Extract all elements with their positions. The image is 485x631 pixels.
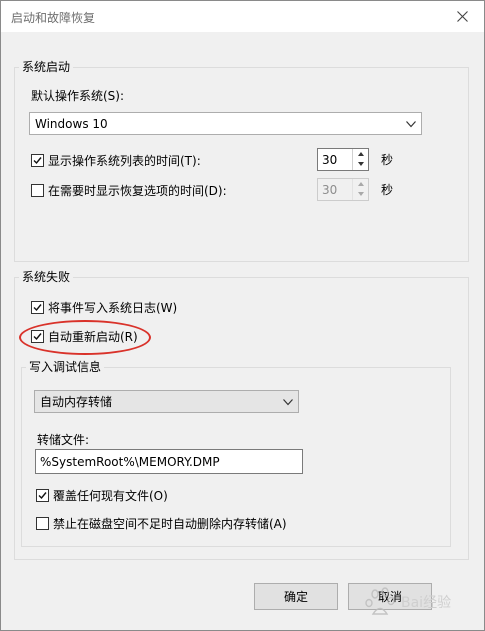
seconds-unit-label: 秒	[381, 153, 394, 167]
close-icon	[456, 11, 468, 22]
cancel-button-label: 取消	[377, 590, 402, 604]
chevron-down-icon	[406, 121, 416, 128]
system-failure-legend: 系统失败	[19, 270, 74, 284]
show-recovery-time-spinner[interactable]: 30	[317, 178, 369, 201]
dump-file-value: %SystemRoot%\MEMORY.DMP	[40, 455, 220, 469]
show-recovery-label: 在需要时显示恢复选项的时间(D):	[48, 184, 227, 198]
spin-down-button[interactable]	[353, 159, 368, 169]
cancel-button[interactable]: 取消	[348, 583, 432, 610]
checkbox-box	[31, 154, 44, 167]
auto-restart-checkbox[interactable]: 自动重新启动(R)	[31, 328, 138, 345]
spinner-buttons	[352, 149, 368, 170]
spin-down-button[interactable]	[353, 189, 368, 199]
window-title: 启动和故障恢复	[11, 11, 96, 25]
checkmark-icon	[33, 333, 42, 341]
show-recovery-checkbox[interactable]: 在需要时显示恢复选项的时间(D):	[31, 182, 227, 199]
dump-type-select[interactable]: 自动内存转储	[34, 390, 299, 413]
title-bar: 启动和故障恢复	[1, 1, 484, 32]
overwrite-label: 覆盖任何现有文件(O)	[53, 489, 168, 503]
write-event-log-label: 将事件写入系统日志(W)	[48, 301, 178, 315]
show-os-list-time-value: 30	[322, 153, 338, 167]
seconds-unit-label: 秒	[381, 183, 394, 197]
dump-type-value: 自动内存转储	[40, 395, 113, 409]
default-os-label: 默认操作系统(S):	[31, 89, 125, 103]
checkbox-box	[31, 301, 44, 314]
close-button[interactable]	[440, 1, 484, 32]
show-os-list-time-spinner[interactable]: 30	[317, 148, 369, 171]
spinner-buttons	[352, 179, 368, 200]
checkmark-icon	[33, 157, 42, 165]
show-os-list-label: 显示操作系统列表的时间(T):	[48, 154, 201, 168]
show-recovery-time-value: 30	[322, 183, 338, 197]
arrow-up-icon	[357, 182, 364, 186]
disable-auto-delete-checkbox[interactable]: 禁止在磁盘空间不足时自动删除内存转储(A)	[36, 515, 287, 532]
chevron-down-icon	[283, 399, 293, 406]
system-startup-legend: 系统启动	[19, 60, 74, 74]
write-event-log-checkbox[interactable]: 将事件写入系统日志(W)	[31, 299, 177, 316]
checkmark-icon	[33, 304, 42, 312]
arrow-up-icon	[357, 152, 364, 156]
spin-up-button[interactable]	[353, 149, 368, 159]
default-os-value: Windows 10	[35, 117, 108, 131]
arrow-down-icon	[357, 192, 364, 196]
checkbox-box	[36, 489, 49, 502]
dump-file-label: 转储文件:	[37, 433, 90, 447]
arrow-down-icon	[357, 162, 364, 166]
default-os-select[interactable]: Windows 10	[29, 112, 422, 135]
disable-auto-delete-label: 禁止在磁盘空间不足时自动删除内存转储(A)	[53, 517, 287, 531]
debug-info-legend: 写入调试信息	[26, 360, 105, 374]
dump-file-input[interactable]: %SystemRoot%\MEMORY.DMP	[35, 449, 303, 474]
checkbox-box	[36, 517, 49, 530]
checkbox-box	[31, 330, 44, 343]
checkbox-box	[31, 184, 44, 197]
overwrite-checkbox[interactable]: 覆盖任何现有文件(O)	[36, 487, 168, 504]
show-os-list-checkbox[interactable]: 显示操作系统列表的时间(T):	[31, 152, 201, 169]
auto-restart-label: 自动重新启动(R)	[48, 330, 138, 344]
spin-up-button[interactable]	[353, 179, 368, 189]
ok-button-label: 确定	[283, 590, 308, 604]
ok-button[interactable]: 确定	[254, 583, 338, 610]
checkmark-icon	[38, 492, 47, 500]
startup-recovery-dialog: 启动和故障恢复 系统启动 默认操作系统(S): Windows 10 显示操作系…	[0, 0, 485, 631]
